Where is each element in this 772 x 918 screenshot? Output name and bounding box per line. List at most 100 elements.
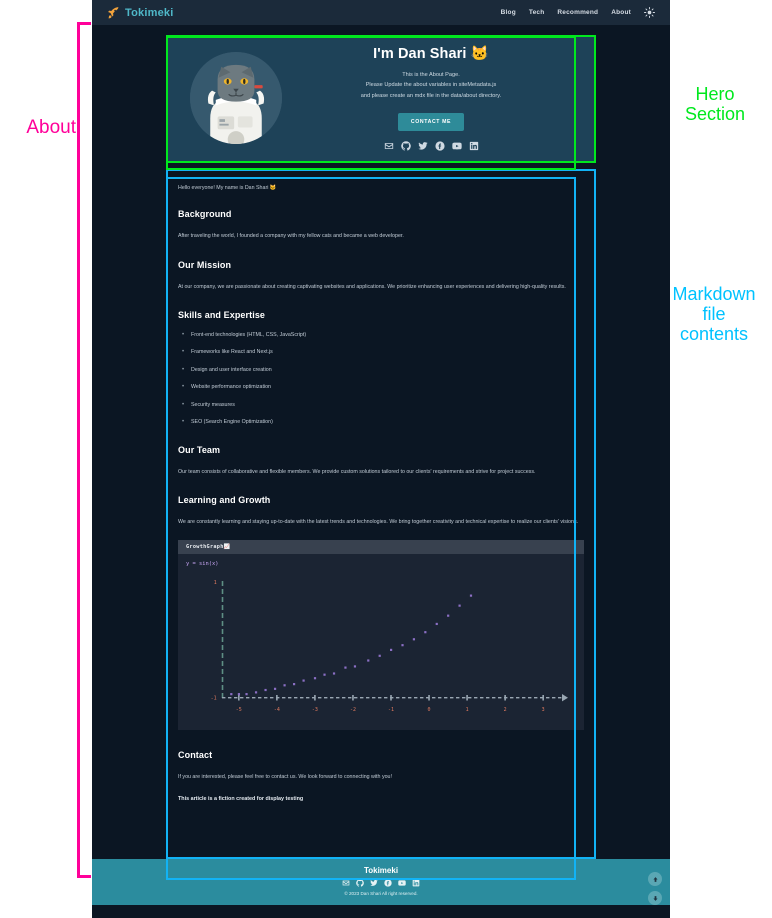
nav-link-recommend[interactable]: Recommend (557, 9, 598, 16)
data-point (344, 666, 347, 669)
youtube-icon[interactable] (398, 879, 406, 887)
arrow-down-icon (652, 895, 658, 901)
data-point (302, 679, 305, 682)
scroll-to-bottom-button[interactable] (648, 891, 662, 905)
heading-background: Background (178, 209, 232, 220)
x-axis-segment (282, 696, 286, 699)
hero-description: This is the About Page. Please Update th… (288, 70, 574, 101)
x-axis-segment (288, 696, 292, 699)
astronaut-cat-avatar (190, 52, 282, 145)
x-axis-segment (420, 696, 424, 699)
x-axis-segment (516, 696, 520, 699)
x-axis-segment (468, 696, 472, 699)
arrow-up-icon (652, 876, 658, 882)
linkedin-icon[interactable] (412, 879, 420, 887)
x-tick-label: -1 (388, 707, 394, 713)
contact-me-button[interactable]: CONTACT ME (397, 113, 465, 132)
y-axis-tick (221, 636, 224, 642)
twitter-icon[interactable] (417, 141, 428, 151)
y-axis-tick (221, 604, 224, 610)
nav-link-tech[interactable]: Tech (529, 9, 545, 16)
data-point (401, 643, 404, 647)
mail-icon[interactable] (342, 879, 350, 887)
data-point (412, 637, 416, 641)
footer-social-links (92, 879, 670, 887)
footer: Tokimeki © 2023 Dan Shari All right rese… (92, 859, 670, 906)
paragraph-contact: If you are interested, please feel free … (178, 773, 392, 780)
mail-icon[interactable] (384, 141, 394, 151)
paragraph-our-mission: At our company, we are passionate about … (178, 283, 566, 290)
data-point (323, 673, 326, 676)
footer-copyright: © 2023 Dan Shari All right reserved. (344, 891, 418, 897)
annotation-label-about: About (26, 117, 76, 138)
sun-icon[interactable] (644, 7, 655, 18)
y-axis-tick (221, 580, 224, 586)
x-axis-segment (318, 696, 322, 699)
x-axis-segment (474, 696, 478, 699)
heading-our-team: Our Team (178, 445, 221, 456)
github-icon[interactable] (356, 879, 364, 887)
brand-logo[interactable]: Tokimeki (107, 6, 173, 19)
x-axis-segment (360, 696, 364, 699)
x-axis-segment (384, 696, 388, 699)
code-expression: y = sin(x) (186, 560, 219, 567)
x-axis-segment (444, 696, 448, 699)
x-axis-segment (336, 696, 340, 699)
x-axis-segment (456, 696, 460, 699)
annotation-label-markdown: Markdown file contents (672, 284, 756, 345)
hero-wrapper: I'm Dan Shari 🐱 This is the About Page. … (92, 25, 670, 164)
x-axis-segment (342, 696, 346, 699)
x-tick-label: 1 (466, 707, 469, 713)
plot-svg: -5 -4 -3 -2 -1 0 1 2 3 1 -1 (211, 580, 568, 713)
heading-contact: Contact (178, 749, 213, 760)
screenshot-root: Tokimeki Blog Tech Recommend About I'm D… (0, 0, 772, 918)
x-axis-segment (510, 696, 514, 699)
nav-link-blog[interactable]: Blog (501, 9, 516, 16)
twitter-icon[interactable] (370, 879, 378, 887)
x-axis-segment (330, 696, 334, 699)
x-axis-segment (270, 696, 274, 699)
x-axis-segment (522, 696, 526, 699)
data-point (367, 659, 370, 662)
y-axis-tick (221, 676, 224, 682)
y-axis-tick (221, 620, 224, 626)
data-point (245, 692, 248, 696)
y-axis-tick (221, 668, 224, 674)
x-tick-label: 2 (504, 707, 507, 713)
linkedin-icon[interactable] (469, 141, 479, 151)
x-tick (314, 694, 316, 701)
x-axis-segment (450, 696, 454, 699)
x-axis-segment (372, 696, 376, 699)
x-axis-segment (324, 696, 328, 699)
y-tick-label: 1 (214, 580, 217, 586)
x-tick-label: -4 (274, 707, 280, 713)
hero-desc-line-1: This is the About Page. (402, 72, 460, 78)
list-item: Frameworks like React and Next.js (178, 348, 584, 357)
github-icon[interactable] (400, 141, 411, 151)
paragraph-our-team: Our team consists of collaborative and f… (178, 469, 536, 476)
data-point (447, 614, 450, 617)
list-item: Security measures (178, 401, 584, 410)
x-axis-segment (264, 696, 268, 699)
list-item: Design and user interface creation (178, 366, 584, 375)
hero-body: I'm Dan Shari 🐱 This is the About Page. … (282, 45, 580, 151)
data-point (435, 622, 438, 625)
youtube-icon[interactable] (451, 141, 462, 151)
data-point (332, 672, 336, 675)
brand-name: Tokimeki (125, 6, 174, 19)
x-axis-arrow (562, 693, 568, 702)
paragraph-learning-and-growth: We are constantly learning and staying u… (178, 519, 579, 526)
nav-link-about[interactable]: About (611, 9, 631, 16)
x-axis-segment (402, 696, 406, 699)
x-axis-segment (246, 696, 250, 699)
x-axis-segment (438, 696, 442, 699)
x-tick-label: 0 (428, 707, 431, 713)
data-point (353, 665, 357, 668)
growth-graph-plot: -5 -4 -3 -2 -1 0 1 2 3 1 -1 (186, 569, 576, 721)
y-axis-tick (221, 612, 224, 618)
scroll-to-top-button[interactable] (648, 872, 662, 886)
facebook-icon[interactable] (434, 141, 445, 151)
x-axis-segment (552, 696, 556, 699)
y-axis-tick (221, 684, 224, 690)
facebook-icon[interactable] (384, 879, 392, 887)
